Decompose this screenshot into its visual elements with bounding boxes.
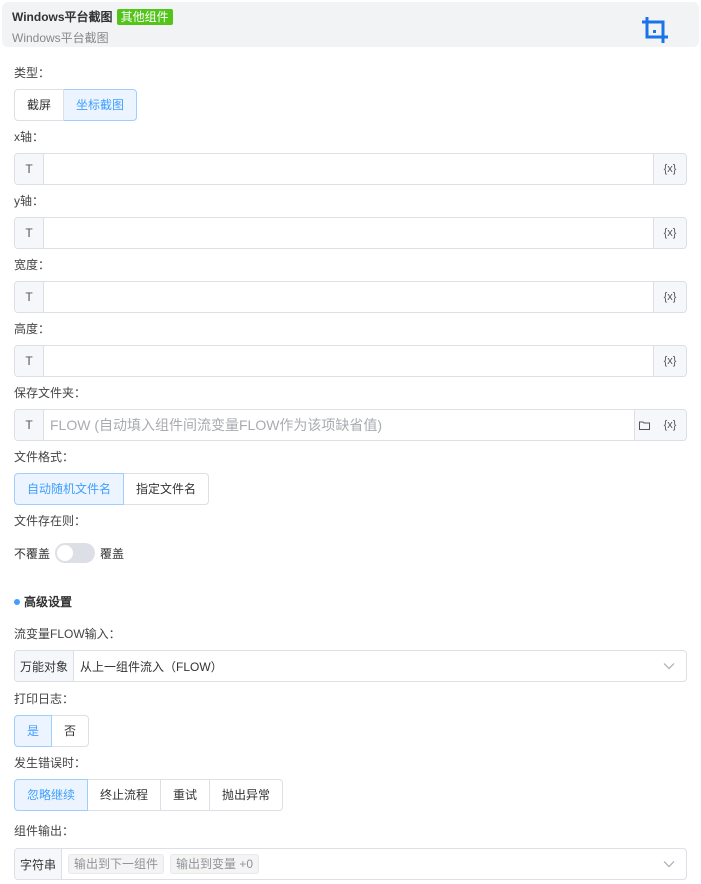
switch-off-label: 不覆盖	[14, 546, 51, 561]
file-format-radio-group: 自动随机文件名 指定文件名	[14, 473, 210, 505]
text-type-prefix[interactable]: T	[15, 154, 44, 184]
advanced-section-title: 高级设置	[14, 593, 72, 610]
x-axis-field: T {x}	[14, 153, 687, 185]
height-field: T {x}	[14, 345, 687, 377]
on-error-radio-group: 忽略继续 终止流程 重试 抛出异常	[14, 779, 284, 811]
output-tags: 输出到下一组件 输出到变量 +0	[62, 849, 652, 879]
height-input[interactable]	[44, 346, 653, 376]
output-label: 组件输出：	[14, 824, 75, 838]
switch-knob	[57, 545, 74, 561]
category-badge: 其他组件	[116, 8, 173, 25]
print-log-option-no[interactable]: 否	[52, 715, 90, 747]
variable-button[interactable]: {x}	[654, 410, 686, 440]
object-type-prefix[interactable]: 万能对象	[15, 651, 75, 681]
save-folder-field: T {x}	[14, 409, 687, 441]
output-tag-next-component: 输出到下一组件	[68, 854, 165, 874]
text-type-prefix[interactable]: T	[15, 218, 44, 248]
overwrite-switch[interactable]	[55, 543, 96, 563]
type-radio-group: 截屏 坐标截图	[14, 89, 138, 121]
type-label: 类型：	[14, 66, 51, 80]
print-log-label: 打印日志：	[14, 692, 75, 706]
print-log-option-yes[interactable]: 是	[14, 715, 53, 747]
chevron-down-icon[interactable]	[652, 651, 686, 681]
file-exists-switch-row: 不覆盖 覆盖	[14, 542, 124, 564]
type-option-screenshot[interactable]: 截屏	[14, 89, 65, 121]
y-axis-label: y轴：	[14, 194, 45, 208]
x-axis-input[interactable]	[44, 154, 653, 184]
on-error-option-retry[interactable]: 重试	[161, 779, 211, 811]
on-error-option-stop[interactable]: 终止流程	[88, 779, 162, 811]
chevron-down-icon[interactable]	[652, 849, 686, 879]
save-folder-label: 保存文件夹：	[14, 386, 87, 400]
string-type-prefix[interactable]: 字符串	[15, 849, 63, 879]
save-folder-input[interactable]	[44, 410, 634, 440]
component-title: Windows平台截图	[12, 10, 113, 24]
variable-button[interactable]: {x}	[653, 282, 686, 312]
width-field: T {x}	[14, 281, 687, 313]
flow-input-label: 流变量FLOW输入：	[14, 627, 121, 641]
flow-input-select[interactable]: 万能对象 从上一组件流入（FLOW）	[14, 650, 687, 682]
x-axis-label: x轴：	[14, 130, 45, 144]
file-format-option-specified[interactable]: 指定文件名	[124, 473, 210, 505]
width-input[interactable]	[44, 282, 653, 312]
text-type-prefix[interactable]: T	[15, 346, 44, 376]
output-tag-variable: 输出到变量 +0	[170, 854, 260, 874]
variable-button[interactable]: {x}	[653, 218, 686, 248]
file-format-option-random[interactable]: 自动随机文件名	[14, 473, 125, 505]
print-log-radio-group: 是 否	[14, 715, 90, 747]
width-label: 宽度：	[14, 258, 51, 272]
bullet-dot-icon	[14, 598, 20, 605]
y-axis-input[interactable]	[44, 218, 653, 248]
on-error-option-throw[interactable]: 抛出异常	[210, 779, 284, 811]
y-axis-field: T {x}	[14, 217, 687, 249]
file-format-label: 文件格式：	[14, 450, 75, 464]
component-header: Windows平台截图 其他组件 Windows平台截图	[2, 2, 699, 47]
variable-button[interactable]: {x}	[653, 346, 686, 376]
height-label: 高度：	[14, 322, 51, 336]
component-subtitle: Windows平台截图	[12, 31, 109, 45]
output-select[interactable]: 字符串 输出到下一组件 输出到变量 +0	[14, 848, 687, 880]
flow-input-value: 从上一组件流入（FLOW）	[80, 659, 223, 674]
variable-button[interactable]: {x}	[653, 154, 686, 184]
switch-on-label: 覆盖	[100, 546, 125, 561]
text-type-prefix[interactable]: T	[15, 282, 44, 312]
advanced-title-text: 高级设置	[24, 595, 73, 609]
folder-browse-button[interactable]	[634, 410, 654, 440]
crop-icon	[642, 17, 668, 43]
folder-icon	[639, 421, 650, 430]
component-title-row: Windows平台截图 其他组件	[12, 8, 173, 25]
file-exists-label: 文件存在则：	[14, 514, 87, 528]
text-type-prefix[interactable]: T	[15, 410, 44, 440]
on-error-label: 发生错误时：	[14, 756, 87, 770]
type-option-coordinate[interactable]: 坐标截图	[64, 89, 138, 121]
on-error-option-ignore[interactable]: 忽略继续	[14, 779, 89, 811]
